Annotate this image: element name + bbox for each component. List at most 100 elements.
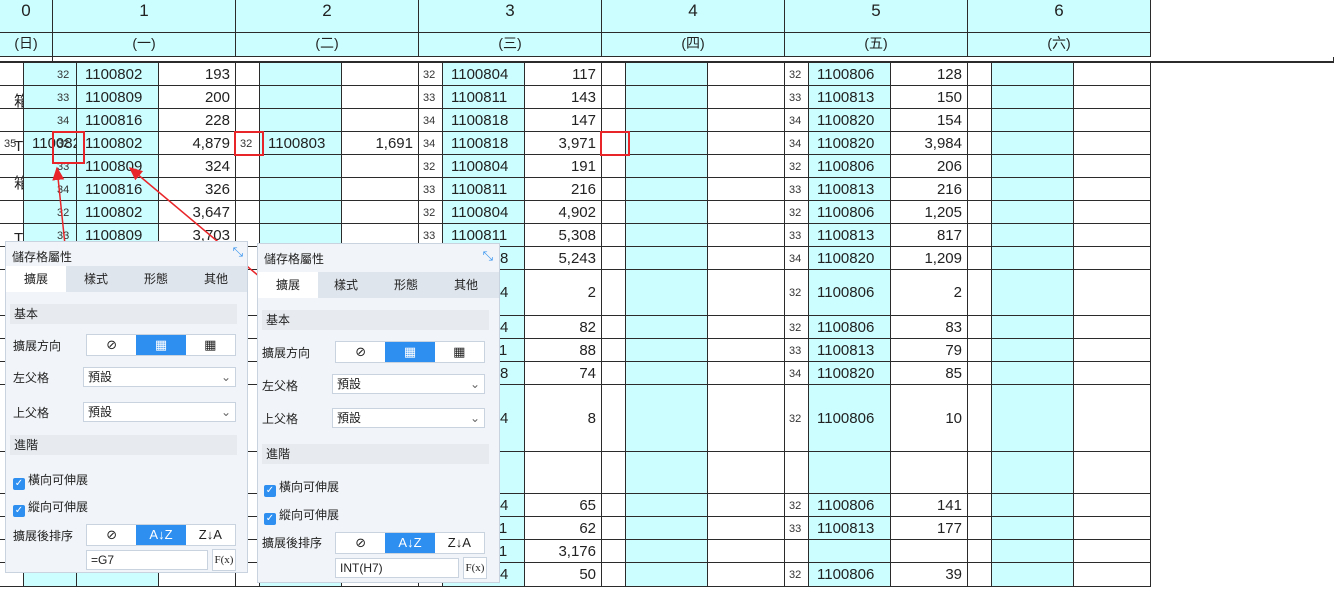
no-sort-icon[interactable]: ⊘ (336, 533, 385, 553)
cell-index[interactable] (236, 201, 260, 224)
cell-index[interactable] (602, 155, 626, 178)
resize-icon[interactable]: ⤡ (483, 248, 493, 264)
cell-index[interactable] (602, 201, 626, 224)
cell-code[interactable] (992, 494, 1074, 517)
cell-value[interactable] (1074, 178, 1151, 201)
cell-code[interactable] (992, 247, 1074, 270)
cell-index[interactable] (602, 563, 626, 587)
vertical-expand-checkbox[interactable]: ✓ 縱向可伸展 (264, 506, 339, 525)
top-parent-select[interactable]: 預設 ⌄ (83, 402, 236, 422)
cell-value[interactable] (1074, 86, 1151, 109)
cell-value[interactable] (1074, 452, 1151, 494)
cell-index[interactable] (968, 517, 992, 540)
cell-value[interactable] (708, 155, 785, 178)
cell-code[interactable] (992, 109, 1074, 132)
cell-index[interactable] (0, 155, 24, 178)
cell-value[interactable] (708, 339, 785, 362)
cell-value[interactable] (342, 86, 419, 109)
horizontal-expand-icon[interactable]: ▦ (186, 335, 235, 355)
cell-code[interactable] (992, 362, 1074, 385)
cell-index[interactable] (968, 155, 992, 178)
tab-style[interactable]: 樣式 (66, 266, 126, 292)
cell-index[interactable] (0, 201, 24, 224)
section-basic[interactable]: 基本 (10, 304, 237, 324)
cell-code[interactable] (626, 201, 708, 224)
cell-index[interactable] (602, 339, 626, 362)
cell-code[interactable] (626, 86, 708, 109)
cell-value[interactable] (708, 63, 785, 86)
cell-code[interactable] (626, 362, 708, 385)
cell-code[interactable] (626, 540, 708, 563)
cell-index[interactable] (602, 452, 626, 494)
formula-button[interactable]: F(x) (212, 549, 236, 571)
cell-code[interactable] (626, 247, 708, 270)
cell-code[interactable] (626, 155, 708, 178)
tab-style[interactable]: 樣式 (316, 272, 376, 298)
cell-index[interactable] (968, 270, 992, 316)
cell-index[interactable] (0, 109, 24, 132)
cell-code[interactable] (626, 385, 708, 452)
sort-formula-input[interactable]: INT(H7) (335, 558, 459, 578)
cell-value[interactable] (708, 494, 785, 517)
cell-index[interactable] (0, 86, 24, 109)
cell-value[interactable] (1074, 339, 1151, 362)
cell-index[interactable] (602, 224, 626, 247)
cell-code[interactable] (992, 63, 1074, 86)
cell-index[interactable] (968, 385, 992, 452)
cell-index[interactable] (968, 63, 992, 86)
cell-code[interactable] (260, 109, 342, 132)
cell-index[interactable] (236, 109, 260, 132)
tab-form[interactable]: 形態 (376, 272, 436, 298)
cell-value[interactable] (708, 247, 785, 270)
cell-value[interactable] (1074, 362, 1151, 385)
cell-index[interactable] (602, 494, 626, 517)
cell-index[interactable] (968, 86, 992, 109)
formula-button[interactable]: F(x) (463, 557, 487, 579)
cell-index[interactable] (968, 339, 992, 362)
cell-value[interactable] (1074, 517, 1151, 540)
cell-code[interactable] (260, 155, 342, 178)
cell-index[interactable] (968, 201, 992, 224)
cell-code[interactable] (626, 132, 708, 155)
cell-value[interactable] (891, 540, 968, 563)
cell-value[interactable] (708, 517, 785, 540)
cell-value[interactable] (1074, 494, 1151, 517)
cell-value[interactable] (1074, 316, 1151, 339)
section-advanced[interactable]: 進階 (262, 444, 489, 464)
cell-value[interactable] (708, 563, 785, 587)
cell-code[interactable] (992, 224, 1074, 247)
no-sort-icon[interactable]: ⊘ (87, 525, 136, 545)
cell-index[interactable] (968, 224, 992, 247)
no-expand-icon[interactable]: ⊘ (87, 335, 136, 355)
cell-index[interactable] (968, 178, 992, 201)
cell-code[interactable] (626, 63, 708, 86)
tab-form[interactable]: 形態 (126, 266, 186, 292)
cell-index[interactable] (968, 132, 992, 155)
cell-index[interactable] (602, 362, 626, 385)
cell-code[interactable] (260, 201, 342, 224)
cell-value[interactable] (1074, 155, 1151, 178)
cell-index[interactable] (602, 63, 626, 86)
horizontal-expand-icon[interactable]: ▦ (435, 342, 484, 362)
cell-code[interactable] (992, 339, 1074, 362)
cell-value[interactable] (708, 540, 785, 563)
cell-value[interactable] (708, 385, 785, 452)
cell-index[interactable] (785, 452, 809, 494)
cell-value[interactable] (342, 201, 419, 224)
cell-code[interactable] (809, 452, 891, 494)
cell-code[interactable] (626, 224, 708, 247)
cell-index[interactable] (968, 494, 992, 517)
cell-value[interactable] (1074, 224, 1151, 247)
cell-index[interactable] (602, 247, 626, 270)
cell-value[interactable] (708, 201, 785, 224)
cell-code[interactable] (626, 178, 708, 201)
sort-descending-icon[interactable]: Z↓A (186, 525, 235, 545)
cell-index[interactable] (968, 362, 992, 385)
vertical-expand-checkbox[interactable]: ✓ 縱向可伸展 (13, 498, 88, 517)
cell-value[interactable] (1074, 247, 1151, 270)
cell-code[interactable] (809, 540, 891, 563)
cell-value[interactable] (342, 109, 419, 132)
cell-code[interactable] (260, 86, 342, 109)
cell-index[interactable] (602, 385, 626, 452)
cell-value[interactable] (708, 109, 785, 132)
